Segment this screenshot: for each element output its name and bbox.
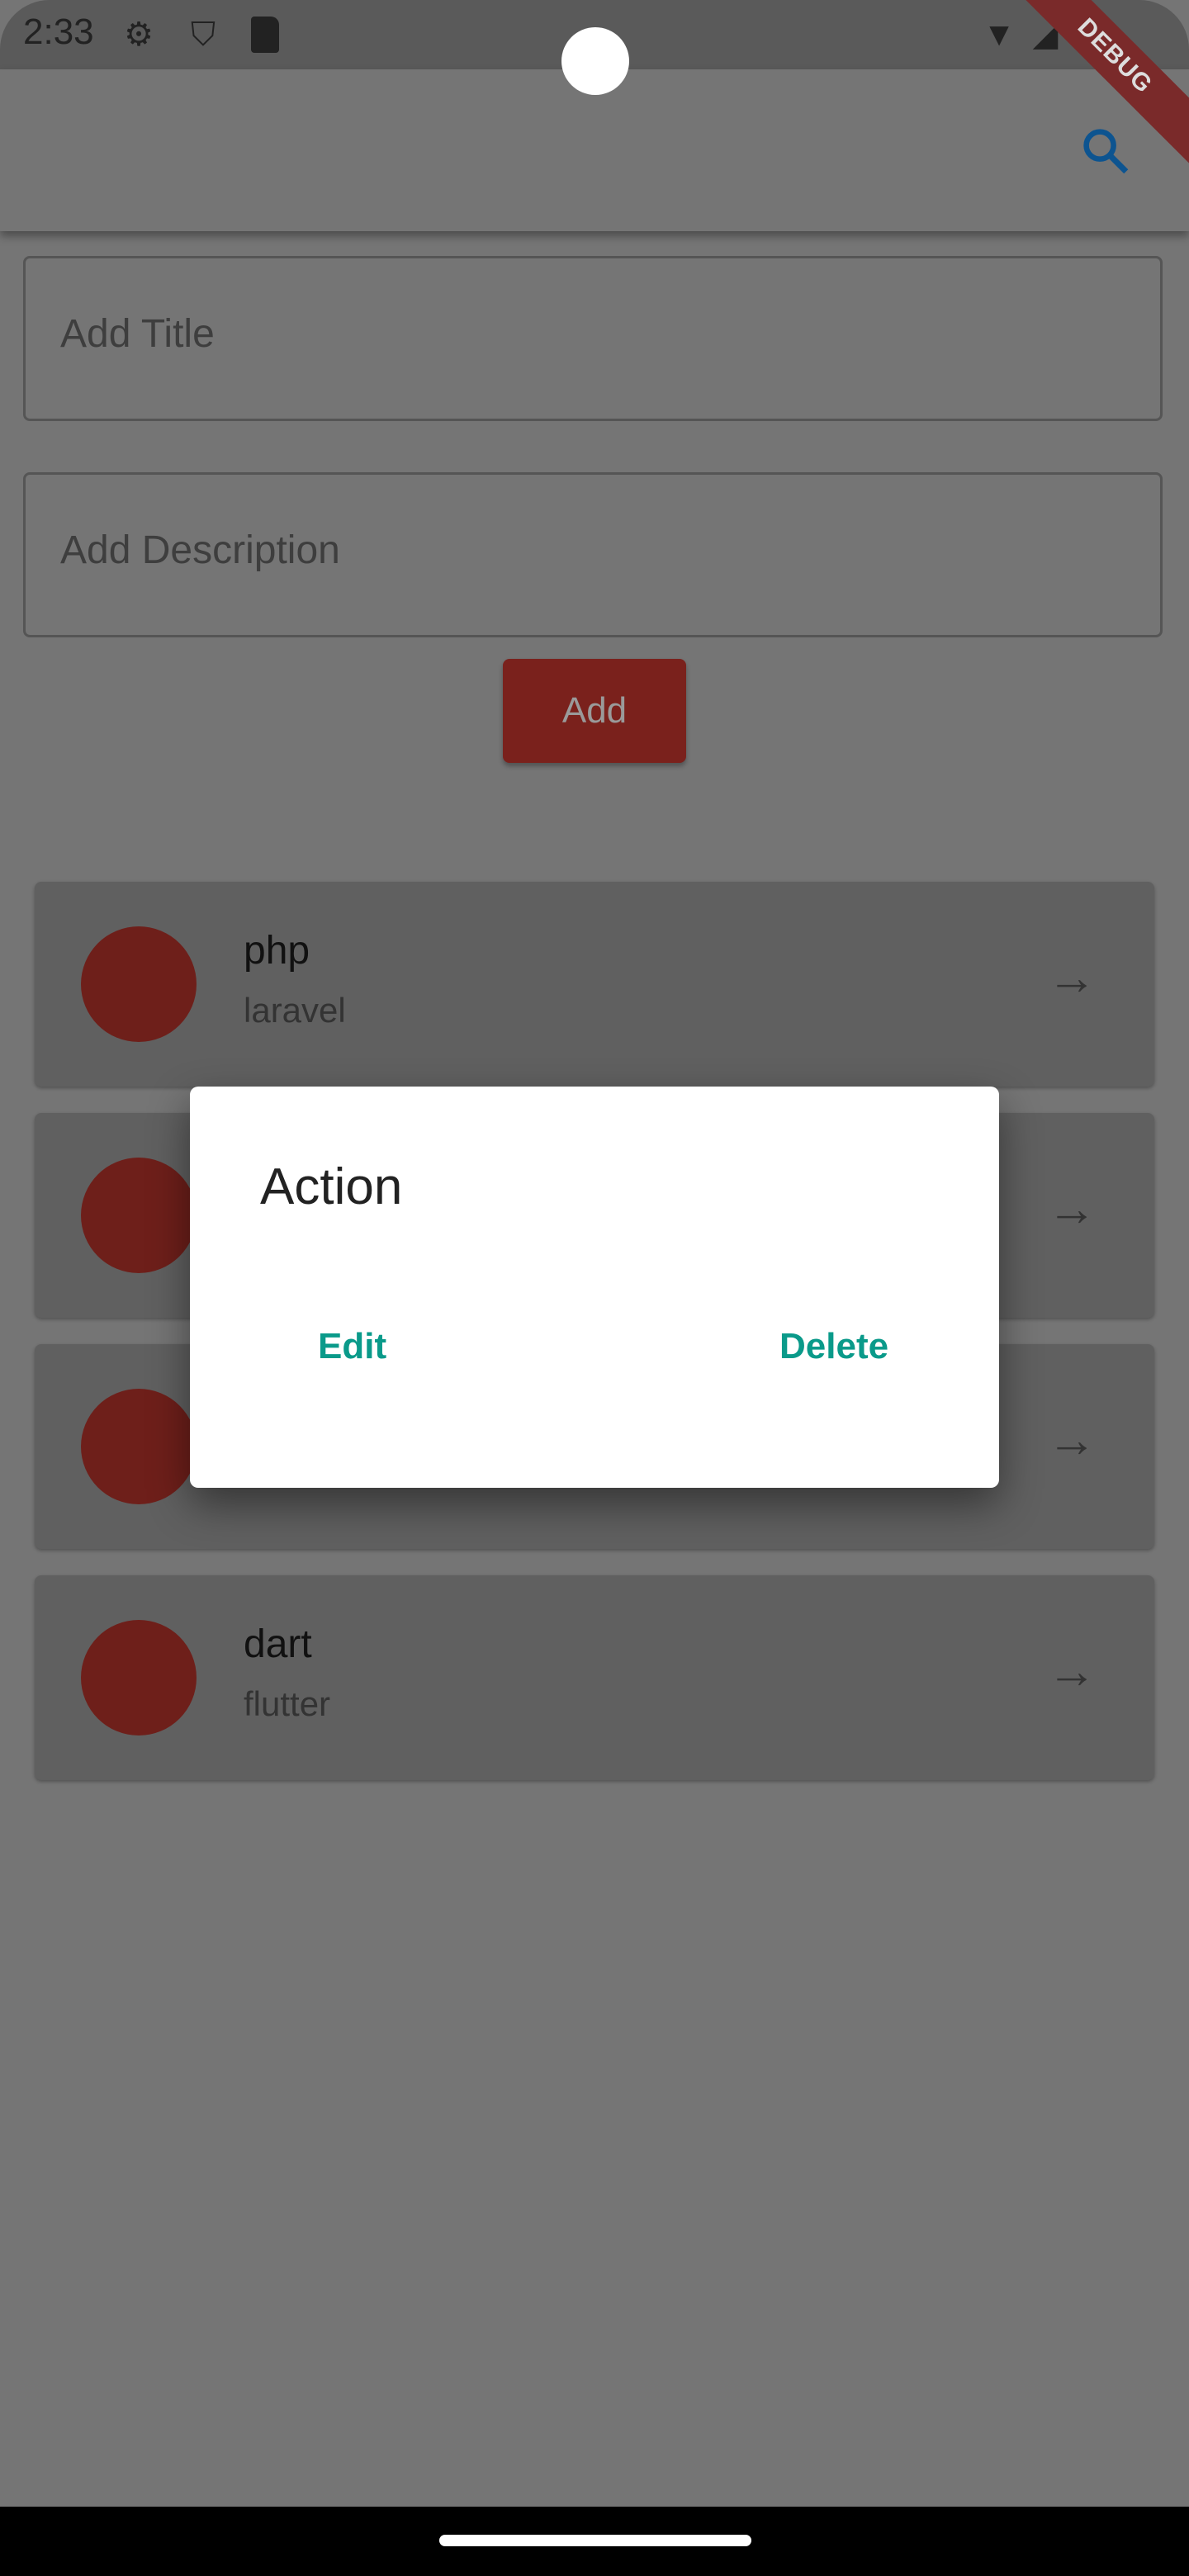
arrow-right-icon[interactable]: → xyxy=(1047,953,1097,1002)
description-input[interactable]: Add Description xyxy=(23,472,1163,637)
search-icon[interactable] xyxy=(1078,124,1133,178)
wifi-icon: ▼ xyxy=(983,17,1016,53)
status-time: 2:33 xyxy=(23,12,94,52)
avatar xyxy=(81,1389,197,1504)
avatar xyxy=(81,1158,197,1273)
item-subtitle: laravel xyxy=(244,991,346,1030)
arrow-right-icon[interactable]: → xyxy=(1047,1415,1097,1465)
arrow-right-icon[interactable]: → xyxy=(1047,1184,1097,1234)
arrow-right-icon[interactable]: → xyxy=(1047,1646,1097,1696)
camera-cutout xyxy=(561,27,629,95)
shield-play-icon: ⛉ xyxy=(191,17,216,53)
sd-card-icon xyxy=(251,17,279,53)
title-input[interactable]: Add Title xyxy=(23,256,1163,421)
action-dialog: Action Edit Delete xyxy=(190,1087,999,1488)
title-placeholder: Add Title xyxy=(60,312,215,356)
item-subtitle: flutter xyxy=(244,1684,331,1723)
avatar xyxy=(81,1620,197,1735)
list-item[interactable]: php laravel → xyxy=(35,882,1154,1087)
add-button[interactable]: Add xyxy=(503,659,686,763)
edit-button[interactable]: Edit xyxy=(318,1326,386,1367)
list-item[interactable]: dart flutter → xyxy=(35,1575,1154,1780)
delete-button[interactable]: Delete xyxy=(779,1326,888,1367)
description-placeholder: Add Description xyxy=(60,528,340,572)
home-gesture-handle[interactable] xyxy=(439,2535,751,2546)
item-title: php xyxy=(244,929,310,973)
item-title: dart xyxy=(244,1622,312,1666)
dialog-title: Action xyxy=(260,1158,403,1215)
gear-icon: ⚙ xyxy=(124,17,154,53)
avatar xyxy=(81,926,197,1042)
